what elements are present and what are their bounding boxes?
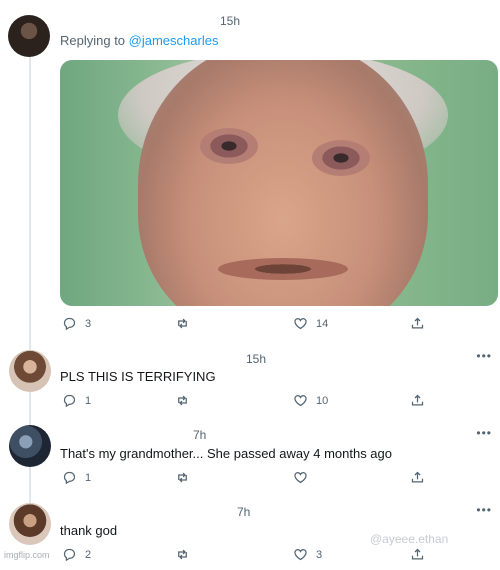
avatar[interactable] bbox=[9, 350, 51, 392]
retweet-icon bbox=[178, 549, 187, 560]
avatar[interactable] bbox=[8, 15, 50, 57]
share-button[interactable] bbox=[410, 393, 425, 408]
photo-eye-left bbox=[200, 128, 258, 164]
reply-icon bbox=[63, 394, 76, 408]
reply-count: 1 bbox=[85, 471, 92, 484]
like-count: 14 bbox=[316, 317, 329, 330]
replying-to-handle[interactable]: @jamescharles bbox=[129, 33, 219, 48]
reply-icon bbox=[63, 471, 76, 485]
tweet-image[interactable] bbox=[60, 60, 498, 306]
reply-count: 1 bbox=[85, 394, 92, 407]
share-icon bbox=[411, 548, 424, 560]
share-button[interactable] bbox=[410, 470, 425, 485]
tweet-text: That's my grandmother... She passed away… bbox=[60, 446, 392, 461]
share-button[interactable] bbox=[410, 316, 425, 331]
retweet-button[interactable] bbox=[175, 470, 198, 485]
reply-icon bbox=[63, 548, 76, 562]
reply-count: 2 bbox=[85, 548, 92, 561]
like-count: 10 bbox=[316, 394, 329, 407]
share-icon bbox=[411, 471, 424, 483]
retweet-button[interactable] bbox=[175, 393, 198, 408]
avatar[interactable] bbox=[9, 425, 51, 467]
like-button[interactable]: 3 bbox=[293, 547, 322, 562]
retweet-icon bbox=[178, 395, 187, 406]
tweet-time: 7h bbox=[193, 428, 207, 442]
reply-icon bbox=[63, 317, 76, 331]
share-icon bbox=[411, 317, 424, 329]
reply-button[interactable]: 3 bbox=[62, 316, 91, 331]
retweet-icon bbox=[178, 472, 187, 483]
like-button[interactable]: 14 bbox=[293, 316, 328, 331]
share-icon bbox=[411, 394, 424, 406]
watermark: @ayeee.ethan bbox=[370, 532, 449, 546]
heart-icon bbox=[294, 318, 307, 330]
avatar[interactable] bbox=[9, 503, 51, 545]
reply-button[interactable]: 2 bbox=[62, 547, 91, 562]
photo-eye-right bbox=[312, 140, 370, 176]
reply-button[interactable]: 1 bbox=[62, 470, 91, 485]
tweet-text: PLS THIS IS TERRIFYING bbox=[60, 369, 216, 384]
tweet-time: 15h bbox=[220, 14, 241, 28]
imgflip-watermark: imgflip.com bbox=[4, 550, 50, 560]
heart-icon bbox=[294, 549, 307, 561]
reply-count: 3 bbox=[85, 317, 92, 330]
heart-icon bbox=[294, 395, 307, 407]
photo-mouth bbox=[218, 258, 348, 280]
like-button[interactable]: 10 bbox=[293, 393, 328, 408]
more-icon[interactable]: ••• bbox=[476, 349, 492, 363]
tweet-text: thank god bbox=[60, 523, 118, 538]
retweet-icon bbox=[178, 318, 187, 329]
like-count: 3 bbox=[316, 548, 323, 561]
replying-to-label: Replying to bbox=[60, 33, 129, 48]
tweet-time: 7h bbox=[237, 505, 251, 519]
like-button[interactable] bbox=[293, 470, 316, 485]
tweet-time: 15h bbox=[246, 352, 267, 366]
retweet-button[interactable] bbox=[175, 547, 198, 562]
more-icon[interactable]: ••• bbox=[476, 503, 492, 517]
reply-button[interactable]: 1 bbox=[62, 393, 91, 408]
more-icon[interactable]: ••• bbox=[476, 426, 492, 440]
heart-icon bbox=[294, 472, 307, 484]
share-button[interactable] bbox=[410, 547, 425, 562]
replying-to: Replying to @jamescharles bbox=[60, 33, 218, 48]
retweet-button[interactable] bbox=[175, 316, 198, 331]
